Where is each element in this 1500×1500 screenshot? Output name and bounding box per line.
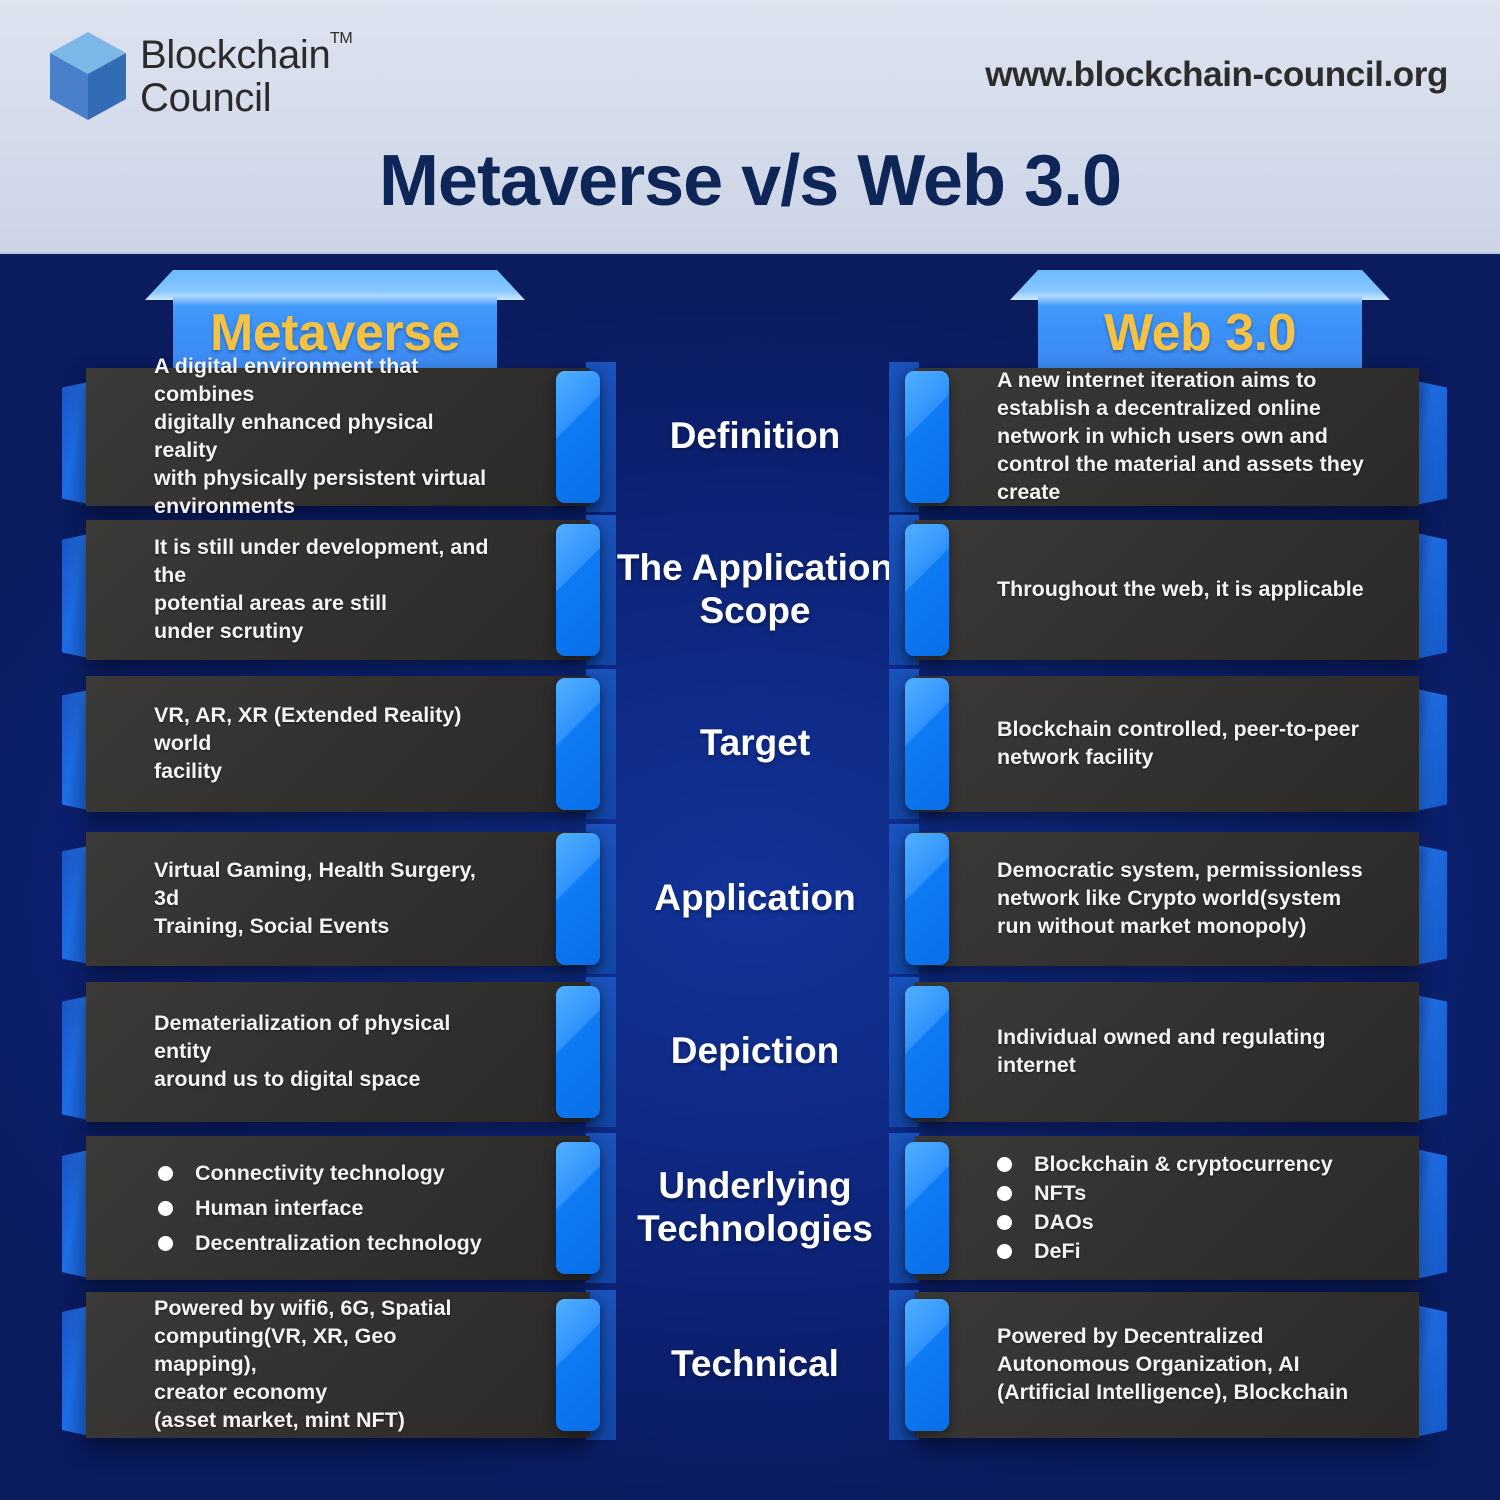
card-text: Virtual Gaming, Health Surgery, 3d Train…	[154, 858, 476, 938]
card-text: Dematerialization of physical entity aro…	[154, 1011, 451, 1091]
bullet-dot-icon	[997, 1157, 1012, 1172]
info-card: VR, AR, XR (Extended Reality) world faci…	[86, 676, 590, 812]
list-item-label: DeFi	[1034, 1239, 1081, 1263]
comparison-row: Connectivity technology Human interface De…	[0, 1133, 1500, 1283]
tab-accent	[905, 986, 949, 1118]
tab-accent	[556, 524, 600, 656]
tab-accent	[556, 678, 600, 810]
comparison-row: VR, AR, XR (Extended Reality) world faci…	[0, 669, 1500, 819]
comparison-cell-right: Powered by Decentralized Autonomous Orga…	[889, 1290, 1447, 1440]
infographic-root: Blockchain Council TM www.blockchain-cou…	[0, 0, 1500, 1500]
comparison-cell-left: A digital environment that combines digi…	[62, 354, 616, 518]
tab-accent	[556, 986, 600, 1118]
tab-accent	[556, 833, 600, 965]
comparison-row: Virtual Gaming, Health Surgery, 3d Train…	[0, 824, 1500, 974]
tab-accent	[905, 1299, 949, 1431]
comparison-row: A digital environment that combines digi…	[0, 354, 1500, 518]
comparison-cell-left: Powered by wifi6, 6G, Spatial computing(…	[62, 1290, 616, 1440]
list-item-label: NFTs	[1034, 1181, 1087, 1205]
info-card: A new internet iteration aims to establi…	[915, 368, 1419, 506]
list-item-label: Connectivity technology	[195, 1160, 445, 1185]
comparison-row: Dematerialization of physical entity aro…	[0, 977, 1500, 1127]
tab-accent	[905, 371, 949, 503]
comparison-cell-right: Blockchain controlled, peer-to-peer netw…	[889, 669, 1447, 819]
info-card: Virtual Gaming, Health Surgery, 3d Train…	[86, 832, 590, 966]
info-card: A digital environment that combines digi…	[86, 354, 590, 518]
list-item: Connectivity technology	[158, 1161, 482, 1186]
list-item: DeFi	[997, 1239, 1333, 1264]
list-item: DAOs	[997, 1210, 1333, 1235]
bullet-dot-icon	[158, 1165, 173, 1181]
card-text: Individual owned and regulating internet	[997, 1025, 1326, 1077]
info-card: It is still under development, and the p…	[86, 520, 590, 660]
tab-accent	[905, 1142, 949, 1274]
bullet-dot-icon	[158, 1200, 173, 1216]
list-item-label: Blockchain & cryptocurrency	[1034, 1152, 1333, 1176]
card-text: A new internet iteration aims to establi…	[997, 368, 1364, 504]
comparison-cell-right: Throughout the web, it is applicable	[889, 515, 1447, 665]
tab-accent	[905, 524, 949, 656]
card-text: Throughout the web, it is applicable	[997, 577, 1364, 602]
comparison-cell-left: It is still under development, and the p…	[62, 515, 616, 665]
comparison-row: Powered by wifi6, 6G, Spatial computing(…	[0, 1290, 1500, 1440]
comparison-cell-left: VR, AR, XR (Extended Reality) world faci…	[62, 669, 616, 819]
bullet-dot-icon	[158, 1235, 173, 1251]
card-text: Blockchain controlled, peer-to-peer netw…	[997, 717, 1359, 769]
list-item: Human interface	[158, 1196, 482, 1221]
comparison-cell-left: Dematerialization of physical entity aro…	[62, 977, 616, 1127]
comparison-cell-left: Connectivity technology Human interface De…	[62, 1133, 616, 1283]
card-text: Powered by wifi6, 6G, Spatial computing(…	[154, 1296, 452, 1432]
list-item: NFTs	[997, 1181, 1333, 1206]
list-item: Blockchain & cryptocurrency	[997, 1152, 1333, 1177]
card-text: VR, AR, XR (Extended Reality) world faci…	[154, 703, 462, 783]
info-card: Blockchain controlled, peer-to-peer netw…	[915, 676, 1419, 812]
card-text: Powered by Decentralized Autonomous Orga…	[997, 1324, 1349, 1404]
card-text: A digital environment that combines digi…	[154, 354, 487, 518]
tab-accent	[556, 1142, 600, 1274]
comparison-rows: Definition A digital environment that com…	[0, 0, 1500, 1500]
bullet-list: Connectivity technology Human interface De…	[86, 1151, 542, 1266]
info-card: Democratic system, permissionless networ…	[915, 832, 1419, 966]
list-item: Decentralization technology	[158, 1231, 482, 1256]
card-text: It is still under development, and the p…	[154, 535, 489, 643]
tab-accent	[905, 678, 949, 810]
info-card: Powered by Decentralized Autonomous Orga…	[915, 1292, 1419, 1438]
comparison-cell-right: A new internet iteration aims to establi…	[889, 362, 1447, 512]
info-card: Individual owned and regulating internet	[915, 982, 1419, 1122]
card-text: Democratic system, permissionless networ…	[997, 858, 1363, 938]
comparison-cell-right: Individual owned and regulating internet	[889, 977, 1447, 1127]
list-item-label: DAOs	[1034, 1210, 1094, 1234]
list-item-label: Decentralization technology	[195, 1230, 482, 1255]
info-card: Dematerialization of physical entity aro…	[86, 982, 590, 1122]
comparison-cell-left: Virtual Gaming, Health Surgery, 3d Train…	[62, 824, 616, 974]
info-card: Blockchain & cryptocurrency NFTs DAOs DeFi	[915, 1136, 1419, 1280]
comparison-cell-right: Democratic system, permissionless networ…	[889, 824, 1447, 974]
bullet-dot-icon	[997, 1215, 1012, 1230]
bullet-dot-icon	[997, 1244, 1012, 1259]
list-item-label: Human interface	[195, 1195, 364, 1220]
bullet-dot-icon	[997, 1186, 1012, 1201]
info-card: Throughout the web, it is applicable	[915, 520, 1419, 660]
tab-accent	[556, 1299, 600, 1431]
info-card: Powered by wifi6, 6G, Spatial computing(…	[86, 1292, 590, 1438]
info-card: Connectivity technology Human interface De…	[86, 1136, 590, 1280]
tab-accent	[556, 371, 600, 503]
comparison-row: It is still under development, and the p…	[0, 515, 1500, 665]
tab-accent	[905, 833, 949, 965]
bullet-list: Blockchain & cryptocurrency NFTs DAOs DeFi	[915, 1148, 1373, 1268]
comparison-cell-right: Blockchain & cryptocurrency NFTs DAOs DeFi	[889, 1133, 1447, 1283]
